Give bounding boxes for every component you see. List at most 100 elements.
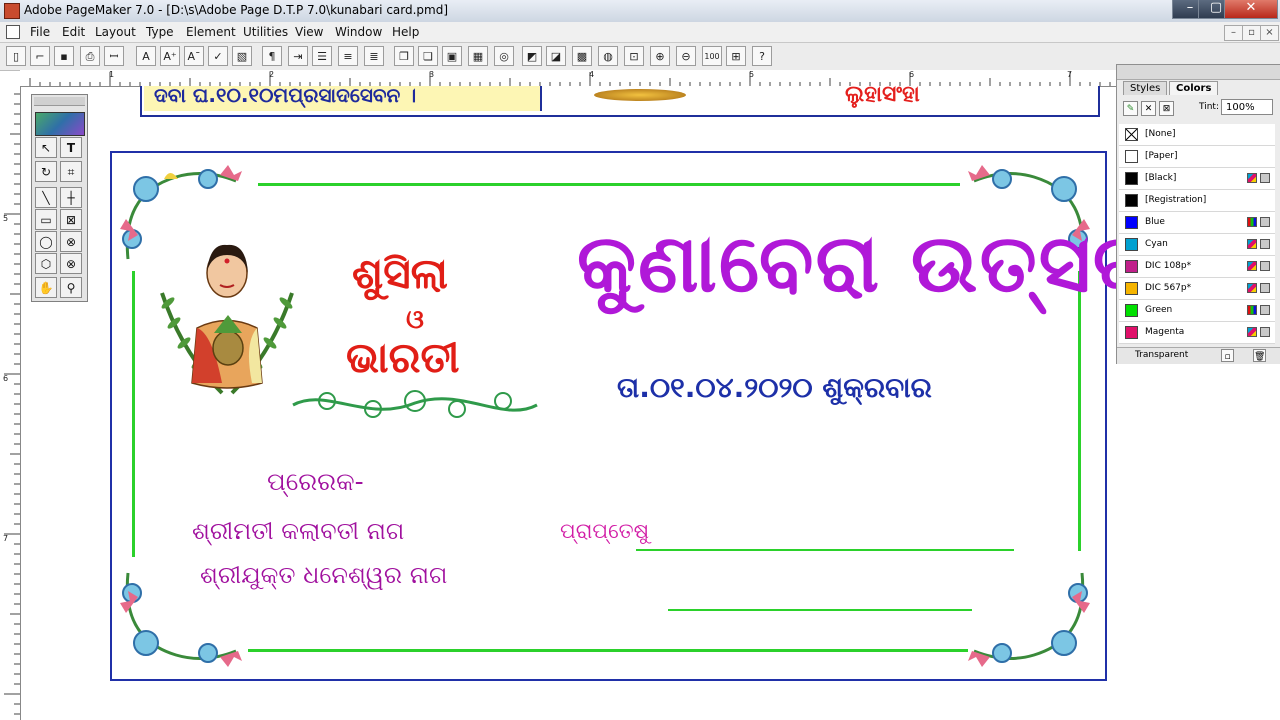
trash-icon[interactable]: 🗑 xyxy=(1253,349,1266,362)
polygon-tool-icon[interactable]: ⬡ xyxy=(35,253,57,274)
menu-utilities[interactable]: Utilities xyxy=(243,25,288,39)
new-color-icon[interactable]: ▫ xyxy=(1221,349,1234,362)
tab-colors[interactable]: Colors xyxy=(1169,81,1219,95)
menu-view[interactable]: View xyxy=(295,25,323,39)
frame-icon[interactable]: ▣ xyxy=(442,46,462,66)
swatch-row-registration[interactable]: [Registration] xyxy=(1119,190,1275,212)
doc-restore-button[interactable]: ▫ xyxy=(1242,25,1261,41)
swatch-row-cyan[interactable]: Cyan xyxy=(1119,234,1275,256)
address-line-1[interactable] xyxy=(636,549,1014,551)
invitation-card[interactable]: ଶୁସିଲା ଓ ଭାରତୀ କୁଣାବେରା ଉତ୍ସବ ତା.୦୧.୦୪.୨… xyxy=(110,151,1147,681)
font-size-up-icon[interactable]: A⁺ xyxy=(160,46,180,66)
image-icon[interactable]: ◪ xyxy=(546,46,566,66)
swatch-row-magenta[interactable]: Magenta xyxy=(1119,322,1275,344)
and-text[interactable]: ଓ xyxy=(406,305,424,336)
actual-size-icon[interactable]: 100 xyxy=(702,46,722,66)
numbering-icon[interactable]: ≡ xyxy=(338,46,358,66)
hand-tool-icon[interactable]: ✋ xyxy=(35,277,57,298)
woman-with-kalash-image[interactable] xyxy=(152,233,302,403)
swatch-row-dic567[interactable]: DIC 567p* xyxy=(1119,278,1275,300)
menu-element[interactable]: Element xyxy=(186,25,236,39)
bottom-green-line xyxy=(248,649,968,652)
recipient-label[interactable]: ପ୍ରାପ୍ତେଷୁ xyxy=(560,519,649,544)
font-icon[interactable]: A xyxy=(136,46,156,66)
help-icon[interactable]: ? xyxy=(752,46,772,66)
fill-stroke-icon[interactable]: ▧ xyxy=(232,46,252,66)
sender-label[interactable]: ପ୍ରେରକ- xyxy=(267,467,364,497)
constrained-line-tool-icon[interactable]: ┼ xyxy=(60,187,82,208)
text-tool-icon[interactable]: T xyxy=(60,137,82,158)
palette-footer: Transparent ▫ 🗑 xyxy=(1117,347,1280,364)
zoom-in-icon[interactable]: ⊕ xyxy=(650,46,670,66)
second-name[interactable]: ଭାରତୀ xyxy=(346,333,460,383)
process-color-icon xyxy=(1247,327,1257,337)
copy-icon[interactable]: ❐ xyxy=(394,46,414,66)
place-icon[interactable]: ◩ xyxy=(522,46,542,66)
rotate-tool-icon[interactable]: ↻ xyxy=(35,161,57,182)
table-icon[interactable]: ▦ xyxy=(468,46,488,66)
tab-styles[interactable]: Styles xyxy=(1123,81,1168,95)
close-button[interactable]: ✕ xyxy=(1224,0,1278,19)
fill-icon[interactable]: ✕ xyxy=(1141,101,1156,116)
bullets-icon[interactable]: ☰ xyxy=(312,46,332,66)
address-line-2[interactable] xyxy=(668,609,972,611)
ellipse-frame-tool-icon[interactable]: ⊗ xyxy=(60,231,82,252)
find-icon[interactable]: ꟷ xyxy=(104,46,124,66)
menu-help[interactable]: Help xyxy=(392,25,419,39)
web-icon[interactable]: ◍ xyxy=(598,46,618,66)
swatch-row-paper[interactable]: [Paper] xyxy=(1119,146,1275,168)
open-icon[interactable]: ⌐ xyxy=(30,46,50,66)
paragraph-icon[interactable]: ¶ xyxy=(262,46,282,66)
swatch-row-dic108[interactable]: DIC 108p* xyxy=(1119,256,1275,278)
crop-tool-icon[interactable]: ⌗ xyxy=(60,161,82,182)
registration-swatch-icon xyxy=(1125,194,1138,207)
swatch-row-blue[interactable]: Blue xyxy=(1119,212,1275,234)
toolbox-title-bar[interactable] xyxy=(34,97,85,106)
ruler-label: 7 xyxy=(3,534,9,543)
print-icon[interactable]: ⎙ xyxy=(80,46,100,66)
photo-icon[interactable]: ▩ xyxy=(572,46,592,66)
pointer-tool-icon[interactable]: ↖ xyxy=(35,137,57,158)
stroke-icon[interactable]: ✎ xyxy=(1123,101,1138,116)
swatch-name: Green xyxy=(1145,305,1173,315)
save-icon[interactable]: ▪ xyxy=(54,46,74,66)
menu-window[interactable]: Window xyxy=(335,25,382,39)
bride-name[interactable]: ଶୁସିଲା xyxy=(352,249,448,299)
indent-icon[interactable]: ⇥ xyxy=(288,46,308,66)
new-icon[interactable]: ▯ xyxy=(6,46,26,66)
fit-page-icon[interactable]: ⊞ xyxy=(726,46,746,66)
paste-icon[interactable]: ❏ xyxy=(418,46,438,66)
pdf-icon[interactable]: ⊡ xyxy=(624,46,644,66)
spell-check-icon[interactable]: ✓ xyxy=(208,46,228,66)
palette-title-bar[interactable] xyxy=(1117,65,1280,80)
sender-name-2[interactable]: ଶ୍ରୀଯୁକ୍ତ ଧନେଶ୍ୱର ନାଗ xyxy=(200,561,447,589)
document-menu-icon[interactable] xyxy=(6,25,20,39)
menu-file[interactable]: File xyxy=(30,25,50,39)
zoom-tool-icon[interactable]: ⚲ xyxy=(60,277,82,298)
rectangle-frame-tool-icon[interactable]: ⊠ xyxy=(60,209,82,230)
swatch-row-green[interactable]: Green xyxy=(1119,300,1275,322)
event-date[interactable]: ତା.୦୧.୦୪.୨୦୨୦ ଶୁକ୍ରବାର xyxy=(617,371,932,405)
menu-type[interactable]: Type xyxy=(146,25,174,39)
festival-title[interactable]: କୁଣାବେରା ଉତ୍ସବ xyxy=(577,217,1149,311)
rectangle-tool-icon[interactable]: ▭ xyxy=(35,209,57,230)
prasad-dish-image xyxy=(594,89,686,101)
fill-and-stroke-icon[interactable]: ⊠ xyxy=(1159,101,1174,116)
swatch-row-none[interactable]: [None] xyxy=(1119,124,1275,146)
font-size-down-icon[interactable]: Aˉ xyxy=(184,46,204,66)
ellipse-tool-icon[interactable]: ◯ xyxy=(35,231,57,252)
line-tool-icon[interactable]: ╲ xyxy=(35,187,57,208)
doc-close-button[interactable]: × xyxy=(1260,25,1279,41)
tint-dropdown[interactable]: 100% xyxy=(1221,99,1273,115)
swatch-row-black[interactable]: [Black] xyxy=(1119,168,1275,190)
align-icon[interactable]: ≣ xyxy=(364,46,384,66)
polygon-frame-tool-icon[interactable]: ⊗ xyxy=(60,253,82,274)
zoom-out-icon[interactable]: ⊖ xyxy=(676,46,696,66)
menu-edit[interactable]: Edit xyxy=(62,25,85,39)
menu-layout[interactable]: Layout xyxy=(95,25,136,39)
sender-name-1[interactable]: ଶ୍ରୀମତୀ କଲାବତୀ ନାଗ xyxy=(192,517,404,545)
doc-minimize-button[interactable]: – xyxy=(1224,25,1243,41)
green-swatch-icon xyxy=(1125,304,1138,317)
link-icon[interactable]: ◎ xyxy=(494,46,514,66)
previous-card-fragment[interactable]: ଦବା ଘ.୧୦.୧୦ମପ୍ରସାଦସେବନ । ଲୁହାସଂହା xyxy=(140,82,1100,117)
